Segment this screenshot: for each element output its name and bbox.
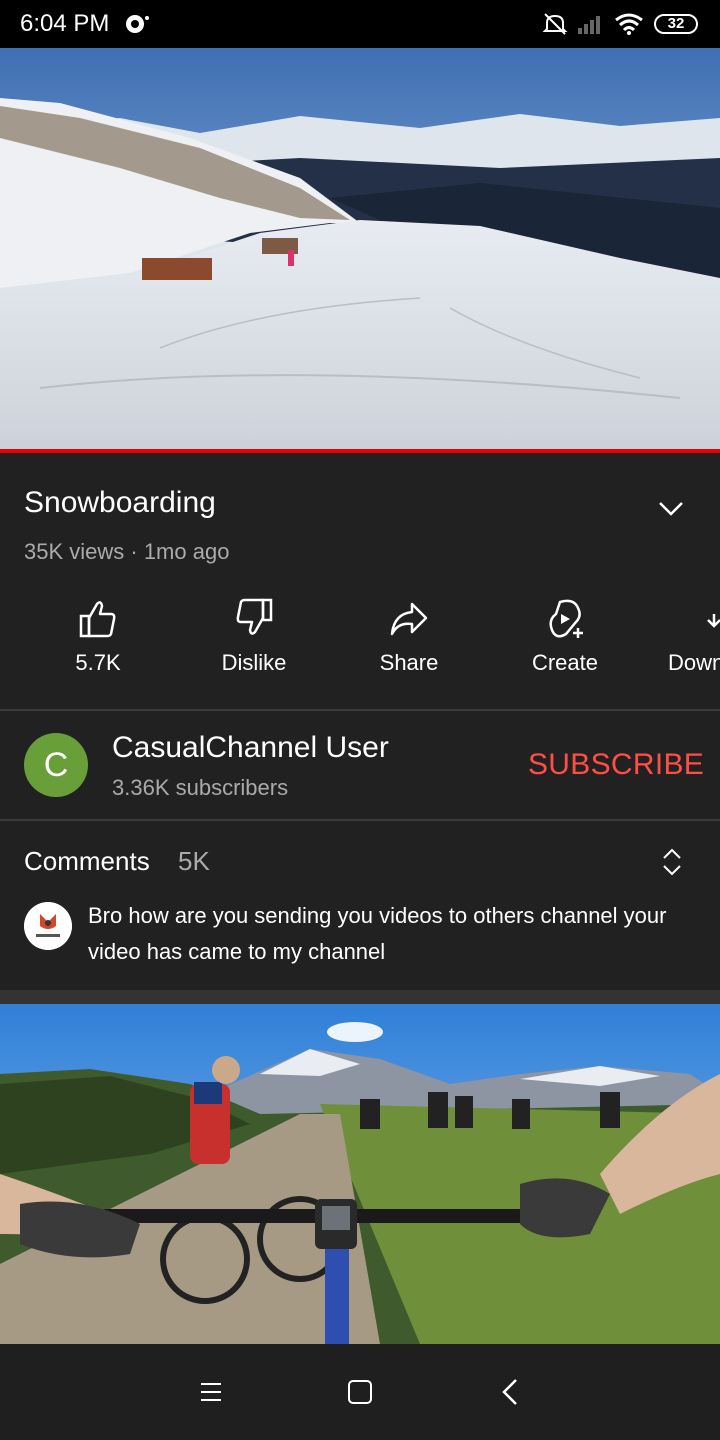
- video-player[interactable]: [0, 48, 720, 450]
- create-icon: [549, 599, 583, 638]
- menu-icon[interactable]: [195, 1376, 227, 1408]
- back-icon[interactable]: [496, 1376, 528, 1408]
- comments-count: 5K: [178, 846, 210, 876]
- commenter-avatar[interactable]: [24, 902, 72, 950]
- mute-icon: [542, 13, 568, 35]
- next-video-thumbnail[interactable]: [0, 1004, 720, 1344]
- channel-name[interactable]: CasualChannel User: [112, 731, 389, 765]
- subscriber-count: 3.36K subscribers: [112, 775, 289, 800]
- create-button[interactable]: Create: [505, 596, 625, 676]
- signal-icon: [578, 16, 600, 34]
- status-time: 6:04 PM: [20, 10, 110, 37]
- battery-indicator: 32: [654, 14, 698, 34]
- channel-avatar[interactable]: C: [24, 733, 88, 797]
- like-count: 5.7K: [75, 650, 121, 675]
- download-icon: [707, 614, 720, 628]
- thumbs-up-icon: [79, 601, 116, 638]
- share-arrow-icon: [390, 602, 428, 636]
- divider: [0, 709, 720, 711]
- wifi-icon: [615, 13, 643, 35]
- video-progress-bar[interactable]: [0, 449, 720, 453]
- like-button[interactable]: 5.7K: [38, 596, 158, 676]
- status-bar: 6:04 PM 32: [0, 0, 720, 48]
- commenter-logo-icon: [24, 902, 72, 950]
- video-frame-snow: [0, 48, 720, 450]
- thumbnail-frame-bike: [0, 1004, 720, 1344]
- home-icon[interactable]: [344, 1376, 376, 1408]
- create-label: Create: [531, 650, 599, 675]
- share-label: Share: [379, 650, 439, 675]
- chevron-down-icon[interactable]: [656, 496, 686, 520]
- divider: [0, 819, 720, 821]
- dislike-button[interactable]: Dislike: [194, 596, 314, 676]
- video-meta: 35K views · 1mo ago: [24, 539, 230, 564]
- video-title: Snowboarding: [24, 486, 216, 519]
- download-button[interactable]: Down: [660, 596, 720, 676]
- notification-icon: [126, 15, 149, 33]
- subscribe-button[interactable]: SUBSCRIBE: [528, 748, 704, 782]
- section-gap: [0, 990, 720, 1004]
- dislike-label: Dislike: [221, 650, 287, 675]
- top-comment: Bro how are you sending you videos to ot…: [88, 903, 667, 964]
- expand-icon[interactable]: [660, 846, 684, 878]
- download-label: Down: [668, 650, 720, 675]
- share-button[interactable]: Share: [349, 596, 469, 676]
- thumbs-down-icon: [236, 598, 273, 635]
- comments-heading[interactable]: Comments: [24, 846, 150, 877]
